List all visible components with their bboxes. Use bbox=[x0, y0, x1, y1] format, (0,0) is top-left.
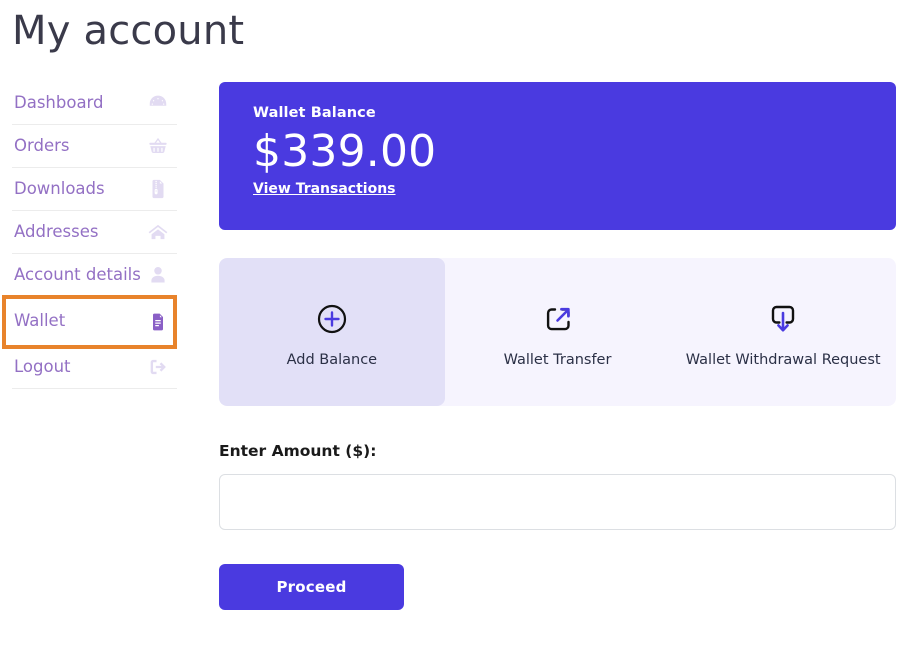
sign-out-icon bbox=[147, 356, 169, 378]
sidebar-item-dashboard[interactable]: Dashboard bbox=[12, 82, 177, 125]
action-tile-wallet-transfer[interactable]: Wallet Transfer bbox=[445, 258, 671, 406]
action-tile-label: Wallet Transfer bbox=[504, 353, 612, 368]
wallet-balance-card: Wallet Balance $339.00 View Transactions bbox=[219, 82, 896, 230]
account-layout: Dashboard Orders Downloads bbox=[0, 82, 924, 648]
sidebar-item-addresses[interactable]: Addresses bbox=[12, 211, 177, 254]
sidebar-item-wallet-wrapper: Wallet bbox=[12, 300, 177, 343]
withdraw-down-arrow-icon bbox=[767, 301, 799, 337]
account-sidebar: Dashboard Orders Downloads bbox=[12, 82, 177, 389]
user-icon bbox=[147, 264, 169, 286]
sidebar-item-label: Addresses bbox=[14, 224, 98, 241]
sidebar-item-label: Downloads bbox=[14, 181, 105, 198]
sidebar-item-label: Orders bbox=[14, 138, 70, 155]
sidebar-item-label: Wallet bbox=[14, 313, 65, 330]
gauge-icon bbox=[147, 92, 169, 114]
file-archive-icon bbox=[147, 178, 169, 200]
sidebar-item-label: Dashboard bbox=[14, 95, 104, 112]
plus-circle-icon bbox=[316, 301, 348, 337]
amount-field-label: Enter Amount ($): bbox=[219, 444, 896, 460]
amount-input[interactable] bbox=[219, 474, 896, 530]
wallet-balance-amount: $339.00 bbox=[253, 129, 896, 175]
sidebar-item-label: Logout bbox=[14, 359, 71, 376]
proceed-button[interactable]: Proceed bbox=[219, 564, 404, 610]
sidebar-item-orders[interactable]: Orders bbox=[12, 125, 177, 168]
wallet-main-panel: Wallet Balance $339.00 View Transactions… bbox=[219, 82, 896, 610]
wallet-balance-label: Wallet Balance bbox=[253, 106, 896, 121]
action-tile-label: Wallet Withdrawal Request bbox=[686, 353, 881, 368]
sidebar-item-account-details[interactable]: Account details bbox=[12, 254, 177, 297]
action-tile-wallet-withdrawal-request[interactable]: Wallet Withdrawal Request bbox=[670, 258, 896, 406]
wallet-actions-row: Add Balance Wallet Transfer bbox=[219, 258, 896, 406]
sidebar-item-label: Account details bbox=[14, 267, 141, 284]
action-tile-label: Add Balance bbox=[287, 353, 378, 368]
basket-icon bbox=[147, 135, 169, 157]
sidebar-item-downloads[interactable]: Downloads bbox=[12, 168, 177, 211]
page-title: My account bbox=[12, 6, 244, 56]
file-document-icon bbox=[147, 311, 169, 333]
external-link-icon bbox=[542, 301, 574, 337]
home-icon bbox=[147, 221, 169, 243]
sidebar-item-logout[interactable]: Logout bbox=[12, 346, 177, 389]
view-transactions-link[interactable]: View Transactions bbox=[253, 181, 396, 197]
sidebar-item-logout-wrapper: Logout bbox=[12, 346, 177, 389]
action-tile-add-balance[interactable]: Add Balance bbox=[219, 258, 445, 406]
sidebar-item-wallet[interactable]: Wallet bbox=[12, 300, 177, 343]
